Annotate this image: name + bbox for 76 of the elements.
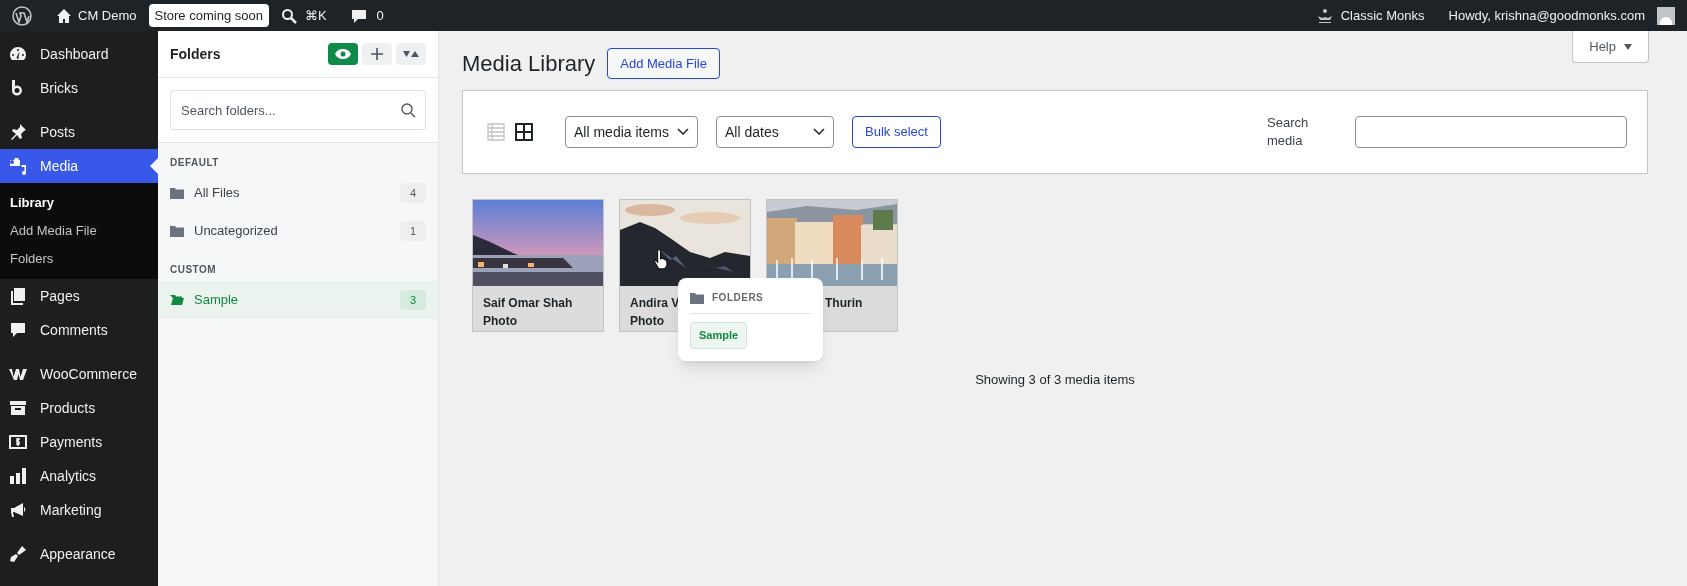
folder-tag[interactable]: Sample — [690, 322, 748, 349]
menu-item[interactable]: Bricks — [0, 71, 158, 105]
search-field[interactable]: Search folders... — [170, 90, 426, 130]
avatar-icon — [1657, 6, 1675, 25]
search-media-field[interactable] — [1355, 116, 1627, 148]
home-icon — [56, 7, 72, 24]
chevron-down-icon — [677, 128, 689, 136]
menu-item[interactable]: Media — [0, 149, 158, 183]
submenu-item[interactable]: Library — [0, 189, 158, 217]
menu-item[interactable]: Payments — [0, 425, 158, 459]
list-icon — [486, 122, 506, 142]
plus-icon — [370, 47, 384, 61]
site-name-link[interactable]: CM Demo — [78, 5, 137, 26]
tile-caption: Photo — [483, 314, 517, 328]
bar-chart-icon — [8, 466, 28, 486]
folder-icon — [170, 187, 184, 199]
folder-item[interactable]: Uncategorized 1 — [158, 212, 438, 250]
speech-bubble-icon — [8, 320, 28, 340]
grid-icon — [514, 122, 534, 142]
help-tab[interactable]: Help — [1572, 31, 1649, 63]
folder-item[interactable]: Sample 3 — [158, 281, 438, 319]
menu-item[interactable]: Comments — [0, 313, 158, 347]
folder-icon — [690, 291, 704, 304]
count-badge: 4 — [399, 182, 426, 204]
comment-count: 0 — [376, 6, 384, 25]
submenu-item[interactable]: Folders — [0, 245, 158, 273]
folder-item[interactable]: All Files 4 — [158, 174, 438, 212]
hand-cursor-icon — [653, 250, 669, 270]
menu-item[interactable]: Marketing — [0, 493, 158, 527]
search-label: Search media — [1267, 114, 1310, 150]
count-badge: 1 — [399, 220, 426, 242]
add-media-button[interactable]: Add Media File — [607, 48, 720, 79]
menu-item[interactable]: WooCommerce — [0, 357, 158, 391]
status-text: Showing 3 of 3 media items — [974, 371, 1136, 389]
chevron-down-icon — [813, 128, 825, 136]
panel-title: Folders — [170, 44, 222, 64]
status-badge: Store coming soon — [148, 3, 269, 28]
section-heading: CUSTOM — [169, 263, 218, 277]
pages-icon — [8, 286, 28, 306]
collapse-button[interactable] — [396, 43, 426, 65]
menu-item[interactable]: Pages — [0, 279, 158, 313]
media-icon — [8, 156, 28, 176]
eye-icon — [335, 48, 351, 60]
comment-icon[interactable] — [350, 7, 367, 24]
triangles-icon — [403, 49, 419, 59]
tile-caption: Photo — [630, 314, 664, 328]
visibility-toggle[interactable] — [328, 43, 358, 65]
brand-link[interactable]: Classic Monks — [1340, 5, 1425, 26]
search-icon[interactable] — [280, 7, 297, 24]
tile-caption: Thurin — [825, 296, 863, 310]
dollar-card-icon — [8, 432, 28, 452]
count-badge: 3 — [399, 289, 426, 311]
folder-icon — [170, 294, 184, 306]
page-title: Media Library — [462, 50, 596, 78]
search-icon — [400, 102, 416, 118]
media-tile[interactable]: Saif Omar Shah Photo — [472, 199, 604, 332]
section-heading: DEFAULT — [169, 156, 220, 170]
filter-dropdown[interactable]: All media items — [565, 116, 698, 148]
menu-item[interactable]: Dashboard — [0, 37, 158, 71]
filter-dropdown[interactable]: All dates — [716, 116, 834, 148]
caret-icon — [1624, 43, 1632, 50]
bulk-select-button[interactable]: Bulk select — [852, 116, 941, 148]
folder-icon — [170, 225, 184, 237]
menu-item[interactable]: Products — [0, 391, 158, 425]
tile-caption: Saif Omar Shah — [483, 296, 573, 310]
menu-item[interactable]: Appearance — [0, 537, 158, 571]
menu-item[interactable]: Posts — [0, 115, 158, 149]
wordpress-logo-icon[interactable] — [12, 5, 32, 26]
menu-item[interactable]: Analytics — [0, 459, 158, 493]
account-link[interactable]: Howdy, krishna@goodmonks.com — [1448, 5, 1645, 26]
shortcut-label: ⌘K — [304, 6, 327, 25]
submenu-item[interactable]: Add Media File — [0, 217, 158, 245]
brush-icon — [8, 544, 28, 564]
megaphone-icon — [8, 500, 28, 520]
archive-box-icon — [8, 398, 28, 418]
add-folder-button[interactable] — [362, 43, 392, 65]
